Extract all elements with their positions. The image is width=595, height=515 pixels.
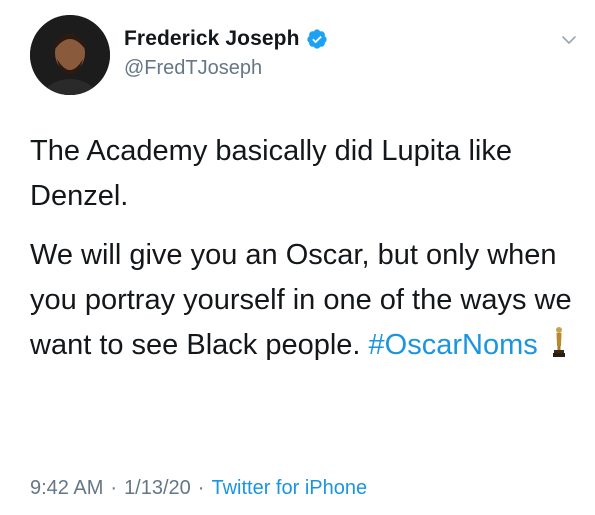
author-display-name[interactable]: Frederick Joseph <box>124 27 300 51</box>
avatar[interactable] <box>30 15 110 95</box>
tweet-date[interactable]: 1/13/20 <box>124 477 191 500</box>
tweet-card: Frederick Joseph @FredTJoseph The Academ… <box>0 0 595 515</box>
author-handle[interactable]: @FredTJoseph <box>124 57 262 80</box>
tweet-body: The Academy basically did Lupita like De… <box>30 129 575 382</box>
verified-badge-icon <box>306 29 327 49</box>
tweet-meta: 9:42 AM · 1/13/20 · Twitter for iPhone <box>30 477 367 500</box>
oscar-trophy-icon <box>552 327 565 357</box>
tweet-paragraph: The Academy basically did Lupita like De… <box>30 135 512 212</box>
author-name-row: Frederick Joseph <box>124 26 328 52</box>
hashtag-link[interactable]: #OscarNoms <box>369 329 538 361</box>
tweet-source-link[interactable]: Twitter for iPhone <box>211 477 367 500</box>
tweet-paragraph: We will give you an Oscar, but only when… <box>30 233 575 368</box>
meta-separator: · <box>110 477 118 499</box>
chevron-down-icon[interactable] <box>560 31 578 49</box>
meta-separator: · <box>197 477 205 499</box>
tweet-time[interactable]: 9:42 AM <box>30 477 103 500</box>
